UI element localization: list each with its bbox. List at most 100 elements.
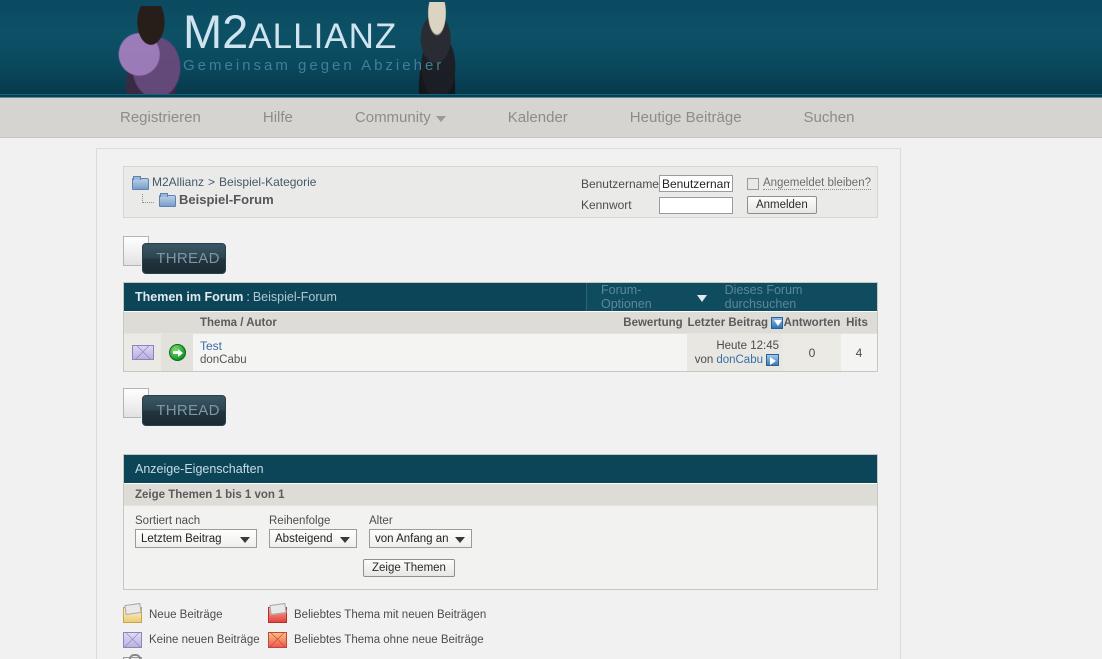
legend-new-posts: Neue Beiträge xyxy=(123,606,268,623)
breadcrumb-login-bar: M2Allianz > Beispiel-Kategorie Beispiel-… xyxy=(123,166,878,218)
column-letzter-beitrag[interactable]: Letzter Beitrag xyxy=(687,316,783,329)
username-input[interactable] xyxy=(658,175,733,192)
legend-label: Keine neuen Beiträge xyxy=(149,633,260,646)
show-threads-button[interactable]: Zeige Themen xyxy=(363,559,455,577)
row-views-cell: 4 xyxy=(841,334,877,371)
chevron-down-icon xyxy=(696,294,707,302)
legend-no-new-posts: Keine neuen Beiträge xyxy=(123,631,268,648)
nav-item-suchen[interactable]: Suchen xyxy=(804,109,855,126)
site-logo-title: M2ALLIANZ xyxy=(183,6,444,63)
order-label: Reihenfolge xyxy=(269,515,331,527)
chevron-down-icon xyxy=(340,537,350,543)
new-thread-button-top[interactable]: THREAD xyxy=(142,243,226,274)
new-thread-button-top-wrap: THREAD xyxy=(123,236,900,274)
row-rating-cell xyxy=(619,334,687,371)
thread-count-text: Zeige Themen 1 bis 1 von 1 xyxy=(124,483,877,505)
nav-item-heutige-beitraege[interactable]: Heutige Beiträge xyxy=(630,109,742,126)
last-post-user-link[interactable]: donCabu xyxy=(716,353,763,367)
no-new-posts-envelope-icon xyxy=(123,631,142,648)
sort-by-value: Letztem Beitrag xyxy=(141,532,222,545)
content-container: M2Allianz > Beispiel-Kategorie Beispiel-… xyxy=(96,148,901,659)
remember-me-label: Angemeldet bleiben? xyxy=(762,177,871,190)
sort-by-select[interactable]: Letztem Beitrag xyxy=(135,529,257,548)
nav-item-label: Registrieren xyxy=(120,109,201,126)
display-options-panel: Anzeige-Eigenschaften Zeige Themen 1 bis… xyxy=(123,454,878,590)
sort-descending-icon[interactable] xyxy=(771,316,783,329)
last-post-by-prefix: von xyxy=(694,353,714,366)
column-hits[interactable]: Hits xyxy=(841,317,877,329)
forum-options-menu[interactable]: Forum-Optionen xyxy=(601,283,707,311)
page-body: M2Allianz > Beispiel-Kategorie Beispiel-… xyxy=(0,138,1102,659)
green-arrow-goto-first-unread-icon[interactable] xyxy=(168,344,186,361)
nav-item-label: Kalender xyxy=(507,109,568,126)
new-thread-label: THREAD xyxy=(156,250,220,267)
password-label: Kennwort xyxy=(580,198,632,212)
goto-last-post-icon[interactable] xyxy=(766,353,779,366)
forum-table-header: Themen im Forum : Beispiel-Forum Forum-O… xyxy=(124,283,877,311)
legend-hot-old: Beliebtes Thema ohne neue Beiträge xyxy=(268,631,484,648)
last-post-time: Heute 12:45 xyxy=(716,339,779,352)
breadcrumb-category-link[interactable]: Beispiel-Kategorie xyxy=(219,175,316,190)
new-thread-button-bottom-wrap: THREAD xyxy=(123,388,900,426)
legend-label: Beliebtes Thema mit neuen Beiträgen xyxy=(294,608,487,621)
legend-label: Neue Beiträge xyxy=(149,608,223,621)
remember-me-control[interactable]: Angemeldet bleiben? xyxy=(746,177,871,190)
folder-icon xyxy=(132,175,149,190)
age-select[interactable]: von Anfang an xyxy=(369,529,472,548)
site-logo[interactable]: M2ALLIANZ Gemeinsam gegen Abzieher xyxy=(183,6,445,75)
breadcrumb: M2Allianz > Beispiel-Kategorie Beispiel-… xyxy=(132,173,316,207)
site-banner: M2ALLIANZ Gemeinsam gegen Abzieher xyxy=(0,0,1102,94)
breadcrumb-current: Beispiel-Forum xyxy=(179,192,274,207)
tree-branch-icon xyxy=(142,193,154,203)
forum-table-title-prefix: Themen im Forum xyxy=(135,290,244,304)
thread-title-link[interactable]: Test xyxy=(200,339,222,353)
order-select[interactable]: Absteigend xyxy=(269,529,357,548)
sort-by-group: Sortiert nach Letztem Beitrag xyxy=(135,515,257,548)
forum-search-link[interactable]: Dieses Forum durchsuchen xyxy=(725,283,877,311)
column-bewertung[interactable]: Bewertung xyxy=(619,317,687,329)
password-input[interactable] xyxy=(658,196,733,214)
age-group: Alter von Anfang an xyxy=(369,515,472,548)
new-thread-button-bottom[interactable]: THREAD xyxy=(142,395,226,426)
display-options-body: Sortiert nach Letztem Beitrag Reihenfolg… xyxy=(124,505,877,589)
legend-hot-new: Beliebtes Thema mit neuen Beiträgen xyxy=(268,606,487,623)
forum-table-actions: Forum-Optionen Dieses Forum durchsuchen xyxy=(587,283,877,311)
nav-item-community[interactable]: Community xyxy=(355,109,446,126)
new-thread-label: THREAD xyxy=(156,402,220,419)
nav-item-label: Community xyxy=(354,109,431,126)
row-goto-cell[interactable] xyxy=(161,334,193,371)
column-thema-autor[interactable]: Thema / Autor xyxy=(193,317,619,329)
hot-thread-no-new-posts-icon xyxy=(268,631,287,648)
site-tagline: Gemeinsam gegen Abzieher xyxy=(183,57,445,74)
row-thema-cell: Test donCabu xyxy=(193,334,619,371)
new-posts-envelope-icon xyxy=(123,606,142,623)
age-value: von Anfang an xyxy=(375,532,449,545)
remember-me-checkbox[interactable] xyxy=(746,177,759,190)
legend-label: Beliebtes Thema ohne neue Beiträge xyxy=(294,633,484,646)
column-antworten[interactable]: Antworten xyxy=(783,317,841,329)
hot-thread-new-posts-icon xyxy=(268,606,287,623)
breadcrumb-separator: > xyxy=(208,175,216,189)
thread-author: donCabu xyxy=(200,353,247,366)
table-row[interactable]: Test donCabu Heute 12:45 von donCabu 0 4 xyxy=(124,333,877,371)
nav-item-kalender[interactable]: Kalender xyxy=(508,109,568,126)
site-logo-rest: ALLIANZ xyxy=(248,17,398,56)
nav-item-registrieren[interactable]: Registrieren xyxy=(120,109,201,126)
breadcrumb-root-link[interactable]: M2Allianz xyxy=(152,175,204,190)
envelope-no-new-posts-icon xyxy=(131,345,154,360)
forum-table-title-value: Beispiel-Forum xyxy=(252,290,337,304)
age-label: Alter xyxy=(369,515,393,527)
nav-item-hilfe[interactable]: Hilfe xyxy=(263,109,293,126)
forum-search-label: Dieses Forum durchsuchen xyxy=(724,283,803,311)
forum-table-title-separator: : xyxy=(246,290,250,304)
chevron-down-icon xyxy=(240,537,250,543)
login-submit-button[interactable]: Anmelden xyxy=(746,196,817,214)
order-group: Reihenfolge Absteigend xyxy=(269,515,357,548)
main-navigation: Registrieren Hilfe Community Kalender He… xyxy=(0,98,1102,138)
banner-character-left-decoration xyxy=(108,6,186,94)
row-status-cell xyxy=(124,334,161,371)
forum-options-label: Forum-Optionen xyxy=(601,283,652,311)
nav-item-label: Hilfe xyxy=(262,109,293,126)
row-replies-cell: 0 xyxy=(783,334,841,371)
site-logo-main: M2 xyxy=(183,5,249,58)
